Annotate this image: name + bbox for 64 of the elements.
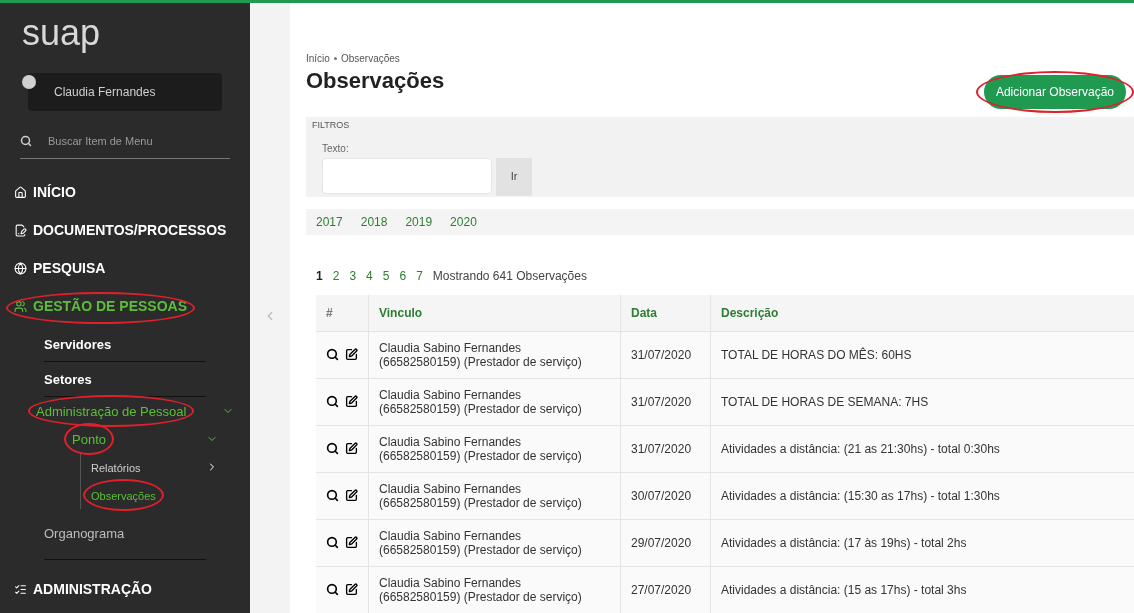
filter-legend: FILTROS bbox=[312, 119, 1118, 133]
table-cell: Atividades a distância: (21 as 21:30hs) - total 0:30hs bbox=[710, 425, 1134, 472]
text-filter-field[interactable] bbox=[322, 157, 492, 194]
year-link[interactable]: 2019 bbox=[405, 213, 433, 232]
page-link[interactable]: 1 bbox=[316, 267, 323, 285]
breadcrumb-link[interactable]: Início bbox=[306, 51, 330, 66]
table-cell: Atividades a distância: (15:30 as 17hs) - total 1:30hs bbox=[710, 472, 1134, 519]
results-summary: Mostrando 641 Observações bbox=[432, 268, 587, 285]
submenu-group[interactable]: Administração de Pessoal bbox=[36, 401, 187, 421]
breadcrumb-separator bbox=[333, 57, 337, 60]
menu-item[interactable]: GESTÃO DE PESSOAS bbox=[14, 295, 188, 317]
edit-icon[interactable] bbox=[345, 489, 358, 502]
user-card[interactable]: Claudia Fernandes bbox=[28, 73, 222, 111]
field-label: Texto: bbox=[322, 141, 350, 156]
menu-icon bbox=[14, 261, 27, 275]
menu-item[interactable]: PESQUISA bbox=[14, 257, 106, 279]
edit-icon[interactable] bbox=[345, 395, 358, 408]
table-cell: 27/07/2020 bbox=[620, 566, 711, 613]
search-icon[interactable] bbox=[326, 536, 339, 549]
go-button[interactable]: Ir bbox=[496, 157, 532, 196]
page-link[interactable]: 6 bbox=[399, 267, 407, 285]
search-icon[interactable] bbox=[326, 583, 339, 597]
menu-icon bbox=[14, 582, 27, 596]
search-icon[interactable] bbox=[326, 395, 339, 408]
year-link[interactable]: 2017 bbox=[316, 213, 343, 232]
menu-item[interactable]: ADMINISTRAÇÃO bbox=[14, 578, 152, 600]
search-icon[interactable] bbox=[326, 348, 339, 361]
table-cell: Claudia Sabino Fernandes (66582580159) (Prestador de serviço) bbox=[368, 566, 621, 613]
page-link[interactable]: 5 bbox=[382, 267, 390, 285]
breadcrumb-current: Observações bbox=[340, 52, 400, 66]
menu-item[interactable]: DOCUMENTOS/PROCESSOS bbox=[14, 219, 227, 241]
submenu-item[interactable]: Relatórios bbox=[91, 461, 141, 474]
menu-icon bbox=[14, 185, 27, 199]
year-link[interactable]: 2018 bbox=[360, 213, 388, 232]
user-name: Claudia Fernandes bbox=[54, 84, 156, 101]
submenu-link[interactable]: Organograma bbox=[44, 523, 125, 543]
menu-item[interactable]: INÍCIO bbox=[14, 181, 76, 203]
submenu-link[interactable]: Setores bbox=[44, 369, 92, 389]
edit-icon[interactable] bbox=[345, 583, 358, 597]
table-cell: Atividades a distância: (17 às 19hs) - total 2hs bbox=[710, 519, 1134, 566]
logo: suap bbox=[21, 11, 102, 55]
submenu-link[interactable]: Servidores bbox=[44, 334, 112, 354]
edit-icon[interactable] bbox=[345, 442, 358, 455]
search-icon[interactable] bbox=[326, 442, 339, 455]
search-icon bbox=[20, 135, 32, 148]
avatar-icon bbox=[22, 75, 36, 89]
table-cell: TOTAL DE HORAS DO MÊS: 60HS bbox=[710, 331, 1134, 378]
page-link[interactable]: 4 bbox=[366, 267, 373, 285]
table-cell: Atividades a distância: (15 as 17hs) - total 3hs bbox=[710, 566, 1134, 613]
year-link[interactable]: 2020 bbox=[450, 213, 477, 232]
menu-search-field[interactable]: Buscar Item de Menu bbox=[48, 133, 218, 150]
menu-icon bbox=[14, 223, 27, 237]
page-link[interactable]: 2 bbox=[332, 267, 340, 285]
search-icon[interactable] bbox=[326, 489, 339, 502]
page-link[interactable]: 3 bbox=[349, 267, 357, 285]
submenu-item[interactable]: Observações bbox=[91, 489, 156, 502]
page-title: Observações bbox=[306, 67, 445, 95]
table-cell: TOTAL DE HORAS DE SEMANA: 7HS bbox=[710, 378, 1134, 425]
add-observation-button[interactable]: Adicionar Observação bbox=[983, 75, 1126, 109]
submenu-group[interactable]: Ponto bbox=[72, 429, 106, 449]
page-link[interactable]: 7 bbox=[416, 267, 423, 285]
menu-icon bbox=[14, 299, 27, 313]
edit-icon[interactable] bbox=[345, 348, 358, 361]
edit-icon[interactable] bbox=[345, 536, 358, 549]
